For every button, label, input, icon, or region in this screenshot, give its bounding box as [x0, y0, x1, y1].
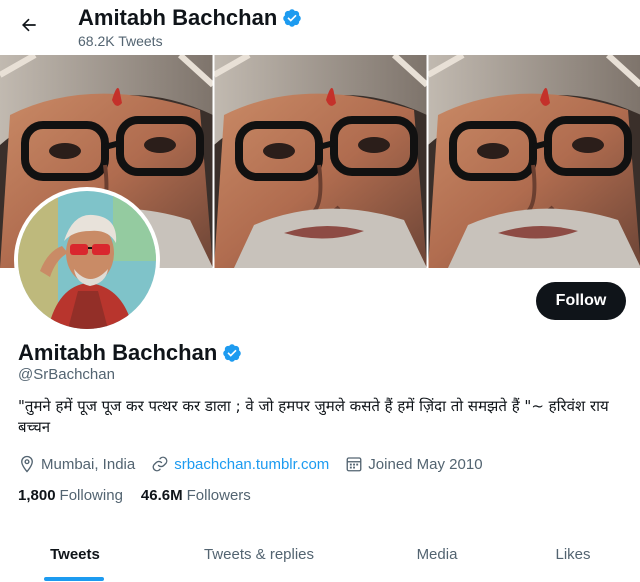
header-title: Amitabh Bachchan [78, 5, 302, 31]
header-tweet-count: 68.2K Tweets [78, 33, 163, 49]
follow-button[interactable]: Follow [536, 282, 626, 320]
followers-label: Followers [186, 487, 251, 504]
website-link[interactable]: srbachchan.tumblr.com [174, 456, 329, 473]
website-item[interactable]: srbachchan.tumblr.com [151, 455, 329, 473]
follow-stats: 1,800 Following 46.6M Followers [18, 487, 251, 504]
tab-tweets[interactable]: Tweets [0, 530, 150, 578]
tab-tweets-replies[interactable]: Tweets & replies [150, 530, 368, 578]
following-link[interactable]: 1,800 Following [18, 487, 123, 504]
joined-text: Joined May 2010 [368, 455, 483, 473]
arrow-left-icon [22, 18, 36, 32]
profile-meta: Mumbai, India srbachchan.tumblr.com Join… [18, 455, 499, 473]
location-item: Mumbai, India [18, 455, 135, 473]
location-text: Mumbai, India [41, 455, 136, 473]
verified-badge-icon [283, 9, 302, 27]
top-bar: Amitabh Bachchan 68.2K Tweets [0, 0, 640, 54]
profile-tabs: Tweets Tweets & replies Media Likes [0, 530, 640, 582]
following-count: 1,800 [18, 487, 56, 504]
back-button[interactable] [14, 10, 44, 40]
profile-avatar[interactable] [14, 187, 160, 333]
active-tab-indicator [44, 577, 104, 581]
followers-count: 46.6M [140, 487, 183, 504]
profile-name: Amitabh Bachchan [18, 340, 242, 366]
joined-item: Joined May 2010 [345, 455, 483, 473]
link-icon [152, 456, 168, 472]
tab-likes[interactable]: Likes [506, 530, 640, 578]
profile-handle: @SrBachchan [18, 366, 115, 383]
following-label: Following [59, 487, 123, 504]
profile-display-name: Amitabh Bachchan [18, 340, 218, 365]
header-name: Amitabh Bachchan [78, 5, 278, 30]
followers-link[interactable]: 46.6M Followers [141, 487, 251, 504]
profile-bio: "तुमने हमें पूज पूज कर पत्थर कर डाला ; व… [18, 397, 609, 436]
location-pin-icon [21, 455, 33, 473]
calendar-icon [346, 457, 362, 472]
verified-badge-icon [223, 344, 242, 362]
tab-media[interactable]: Media [368, 530, 506, 578]
